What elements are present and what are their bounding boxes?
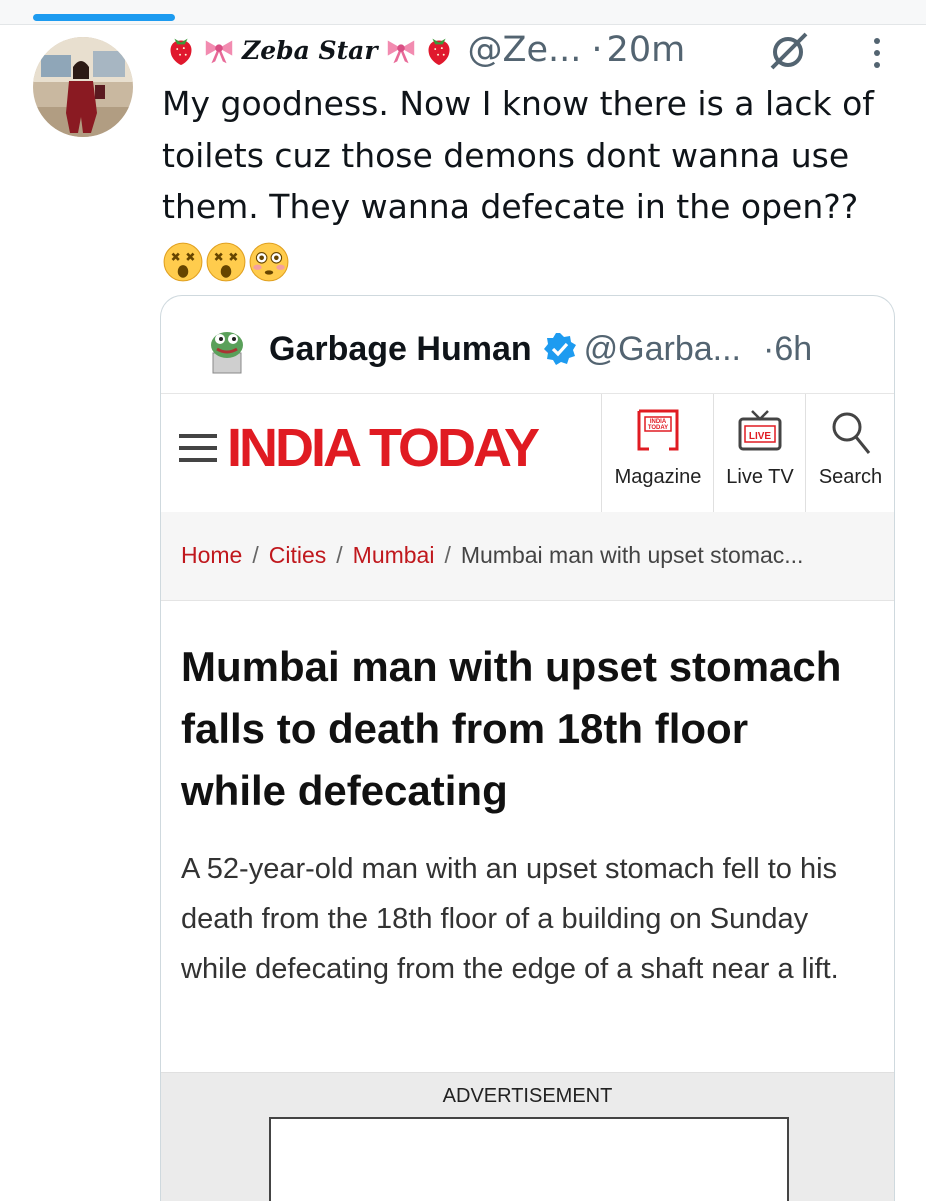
hamburger-menu-icon[interactable] <box>179 434 219 462</box>
dizzy-face-icon <box>163 242 203 282</box>
breadcrumb-mumbai[interactable]: Mumbai <box>353 542 435 568</box>
article-summary: A 52-year-old man with an upset stomach … <box>181 853 839 985</box>
breadcrumb-separator: / <box>444 542 451 568</box>
ribbon-icon <box>387 40 414 64</box>
nav-magazine[interactable]: INDIA TODAY Magazine <box>601 394 714 512</box>
tweet-body: My goodness. Now I know there is a lack … <box>162 84 874 226</box>
top-bar <box>0 0 926 25</box>
tweet-header: Zeba Star @Ze... · 20m <box>162 28 685 72</box>
grok-icon[interactable] <box>764 30 812 70</box>
nav-label: Live TV <box>726 466 794 488</box>
article-headline: Mumbai man with upset stomach falls to d… <box>181 643 842 814</box>
separator-dot: · <box>591 30 603 70</box>
search-icon <box>832 412 870 454</box>
ribbon-icon <box>205 40 233 64</box>
nav-label: Search <box>818 466 883 488</box>
breadcrumb-separator: / <box>252 542 259 568</box>
author-name[interactable]: Zeba Star <box>242 36 378 65</box>
breadcrumb-cities[interactable]: Cities <box>269 542 327 568</box>
svg-text:TODAY: TODAY <box>648 425 668 431</box>
breadcrumb-home[interactable]: Home <box>181 542 242 568</box>
avatar[interactable] <box>33 37 133 137</box>
tweet-text: My goodness. Now I know there is a lack … <box>162 78 902 286</box>
site-logo[interactable]: INDIA TODAY <box>227 416 540 480</box>
nav-label: Magazine <box>614 466 702 488</box>
breadcrumb-current: Mumbai man with upset stomac... <box>460 542 804 568</box>
advertisement-box[interactable] <box>269 1117 789 1201</box>
more-options-icon[interactable] <box>872 36 882 70</box>
author-handle[interactable]: @Ze... <box>468 30 582 70</box>
quoted-time[interactable]: 6h <box>774 330 812 369</box>
tweet-time[interactable]: 20m <box>607 30 686 70</box>
live-badge: LIVE <box>749 431 772 442</box>
nav-search[interactable]: Search <box>805 394 894 512</box>
strawberry-icon <box>428 38 450 66</box>
separator-dot: · <box>762 329 775 368</box>
breadcrumb-separator: / <box>336 542 343 568</box>
dizzy-face-icon <box>206 242 246 282</box>
nav-live-tv[interactable]: LIVE Live TV <box>713 394 806 512</box>
quoted-avatar[interactable] <box>201 323 253 375</box>
quoted-author-name[interactable]: Garbage Human <box>269 330 532 369</box>
quoted-tweet-header: Garbage Human @Garba... · 6h <box>201 316 812 382</box>
magazine-icon: INDIA TODAY <box>637 409 679 451</box>
advertisement-label: ADVERTISEMENT <box>442 1085 613 1107</box>
verified-badge-icon <box>543 333 576 365</box>
loading-progress-bar <box>33 14 175 21</box>
breadcrumb: Home / Cities / Mumbai / Mumbai man with upset… <box>161 512 894 601</box>
flushed-face-icon <box>249 242 289 282</box>
advertisement-area: ADVERTISEMENT <box>161 1072 894 1201</box>
quoted-tweet-card[interactable]: Garbage Human @Garba... · 6h INDIA TODAY… <box>160 295 895 1201</box>
live-tv-icon: LIVE <box>738 410 782 451</box>
quoted-author-handle[interactable]: @Garba... <box>584 330 741 369</box>
tweet-emojis <box>162 234 291 286</box>
site-header: INDIA TODAY INDIA TODAY Magazine LIVE Li… <box>161 393 894 513</box>
strawberry-icon <box>170 38 192 66</box>
